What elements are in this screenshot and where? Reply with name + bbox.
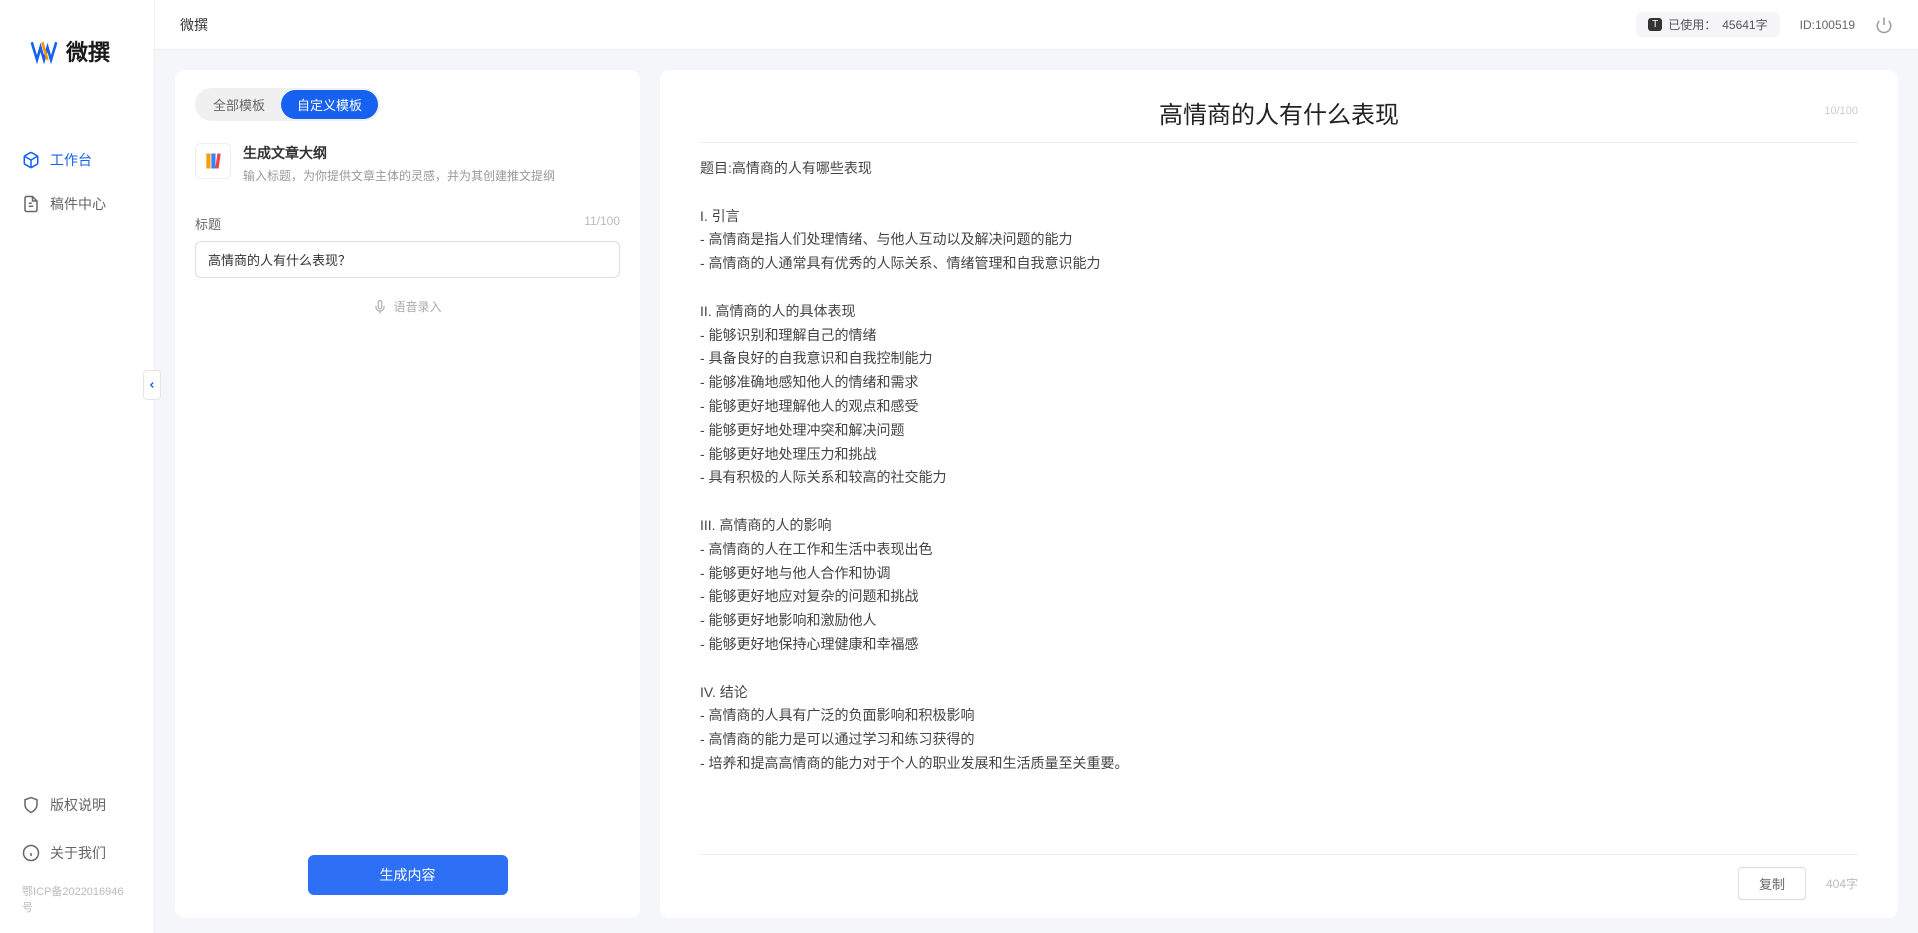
title-input[interactable]	[195, 241, 620, 278]
page-title: 微撰	[180, 15, 208, 35]
usage-badge-icon: T	[1648, 18, 1662, 31]
generate-button[interactable]: 生成内容	[308, 855, 508, 895]
output-title: 高情商的人有什么表现	[700, 95, 1858, 130]
books-icon	[203, 151, 223, 171]
usage-value: 45641字	[1722, 16, 1767, 33]
usage-indicator[interactable]: T 已使用： 45641字	[1636, 12, 1780, 37]
tab-custom-templates[interactable]: 自定义模板	[281, 90, 378, 119]
shield-icon	[22, 796, 40, 814]
chevron-left-icon	[147, 380, 157, 390]
nav-label: 稿件中心	[50, 194, 106, 214]
logo-icon	[30, 37, 58, 65]
output-panel: 高情商的人有什么表现 10/100 题目:高情商的人有哪些表现 I. 引言 - …	[660, 70, 1898, 918]
nav-copyright[interactable]: 版权说明	[10, 787, 144, 823]
input-panel: 全部模板 自定义模板 生成文章大纲 输入标题，为你提供文章主体的灵感，并为其创建…	[175, 70, 640, 918]
sidebar: 微撰 工作台 稿件中心 版权说明 关于我们 鄂ICP备2022016946号	[0, 0, 155, 933]
field-label: 标题	[195, 214, 221, 233]
usage-prefix: 已使用：	[1668, 16, 1716, 33]
output-word-count: 404字	[1826, 875, 1858, 892]
tab-all-templates[interactable]: 全部模板	[197, 90, 281, 119]
template-icon	[195, 143, 231, 179]
template-info: 生成文章大纲 输入标题，为你提供文章主体的灵感，并为其创建推文提纲	[195, 143, 620, 184]
cube-icon	[22, 151, 40, 169]
voice-label: 语音录入	[393, 298, 441, 315]
nav-about[interactable]: 关于我们	[10, 835, 144, 871]
voice-input-button[interactable]: 语音录入	[195, 298, 620, 315]
nav-workspace[interactable]: 工作台	[10, 142, 144, 178]
nav-label: 关于我们	[50, 843, 106, 863]
nav-drafts[interactable]: 稿件中心	[10, 186, 144, 222]
logo-text: 微撰	[66, 35, 110, 67]
top-bar: 微撰 T 已使用： 45641字 ID:100519	[155, 0, 1918, 50]
document-icon	[22, 195, 40, 213]
logo: 微撰	[0, 0, 154, 87]
nav-label: 工作台	[50, 150, 92, 170]
sidebar-collapse-handle[interactable]	[143, 370, 161, 400]
info-icon	[22, 844, 40, 862]
user-id: ID:100519	[1800, 18, 1855, 32]
power-icon[interactable]	[1875, 16, 1893, 34]
icp-text: 鄂ICP备2022016946号	[10, 883, 144, 923]
copy-button[interactable]: 复制	[1738, 867, 1806, 900]
template-tabs: 全部模板 自定义模板	[195, 88, 380, 121]
mic-icon	[373, 300, 387, 314]
output-title-count: 10/100	[1824, 105, 1858, 117]
field-char-count: 11/100	[584, 214, 620, 233]
nav-label: 版权说明	[50, 795, 106, 815]
output-body: 题目:高情商的人有哪些表现 I. 引言 - 高情商是指人们处理情绪、与他人互动以…	[700, 157, 1858, 854]
template-title: 生成文章大纲	[243, 143, 555, 163]
template-desc: 输入标题，为你提供文章主体的灵感，并为其创建推文提纲	[243, 167, 555, 184]
